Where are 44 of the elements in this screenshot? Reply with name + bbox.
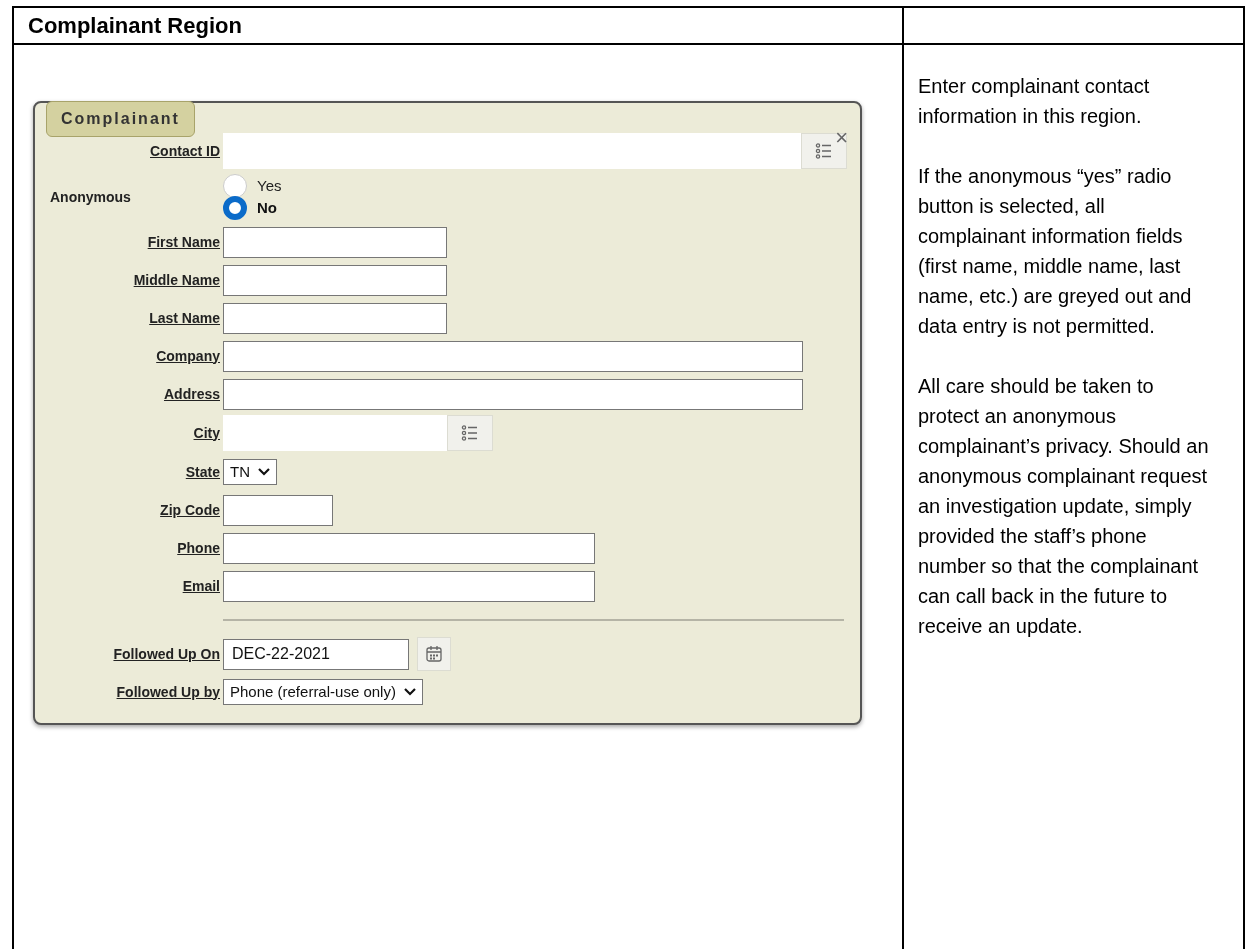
radio-label: No <box>257 197 277 218</box>
form-legend: Complainant <box>46 101 195 137</box>
field-label: Zip Code <box>159 500 220 520</box>
list-icon <box>815 142 833 160</box>
field-label: Phone <box>176 538 220 558</box>
calendar-button[interactable] <box>417 637 451 671</box>
text-field[interactable] <box>223 302 447 334</box>
select-field[interactable]: TN <box>223 459 277 485</box>
lookup-field[interactable] <box>223 415 447 451</box>
lookup-button[interactable] <box>447 415 493 451</box>
radio-label: Yes <box>257 175 282 196</box>
list-icon <box>461 424 479 442</box>
radio-button[interactable] <box>223 196 247 220</box>
field-label: Address <box>162 384 220 404</box>
text-field[interactable] <box>223 264 447 296</box>
note-paragraph: Enter complainant contact information in this region. <box>918 74 1151 129</box>
close-button[interactable]: × <box>835 127 848 149</box>
text-field[interactable] <box>223 570 595 602</box>
field-label: City <box>192 423 220 443</box>
field-label: State <box>184 462 220 482</box>
table-heading: Complainant Region <box>14 8 904 43</box>
lookup-button[interactable] <box>801 133 847 169</box>
chevron-icon <box>403 688 416 696</box>
field-label: Followed Up by <box>115 682 220 702</box>
field-label: Email <box>181 576 220 596</box>
text-field[interactable] <box>223 378 803 410</box>
text-field[interactable] <box>223 532 595 564</box>
field-label: First Name <box>146 232 220 252</box>
note-paragraph: All care should be taken to protect an anonymous complainant’s privacy. Should an anonymous complainant request an investigation update, simply provided the staff’s phone number so that the complainant can call back in the future to receive an update. <box>918 374 1210 639</box>
field-label: Last Name <box>148 308 220 328</box>
field-label: Company <box>155 346 220 366</box>
field-label: Followed Up On <box>112 644 220 664</box>
lookup-field[interactable] <box>223 133 801 169</box>
note-paragraph: If the anonymous “yes” radio button is selected, all complainant information fields (first name, middle name, last name, etc.) are greyed out and data entry is not permitted. <box>918 164 1193 339</box>
text-field[interactable] <box>223 340 803 372</box>
field-label: Anonymous <box>49 187 132 207</box>
text-field[interactable] <box>223 494 333 526</box>
chevron-icon <box>258 468 270 476</box>
calendar-icon <box>425 645 443 663</box>
field-label: Contact ID <box>149 141 220 161</box>
field-label: Middle Name <box>132 270 220 290</box>
date-field[interactable]: DEC-22-2021 <box>223 638 409 670</box>
text-field[interactable] <box>223 226 447 258</box>
select-field[interactable]: Phone (referral-use only) <box>223 679 423 705</box>
